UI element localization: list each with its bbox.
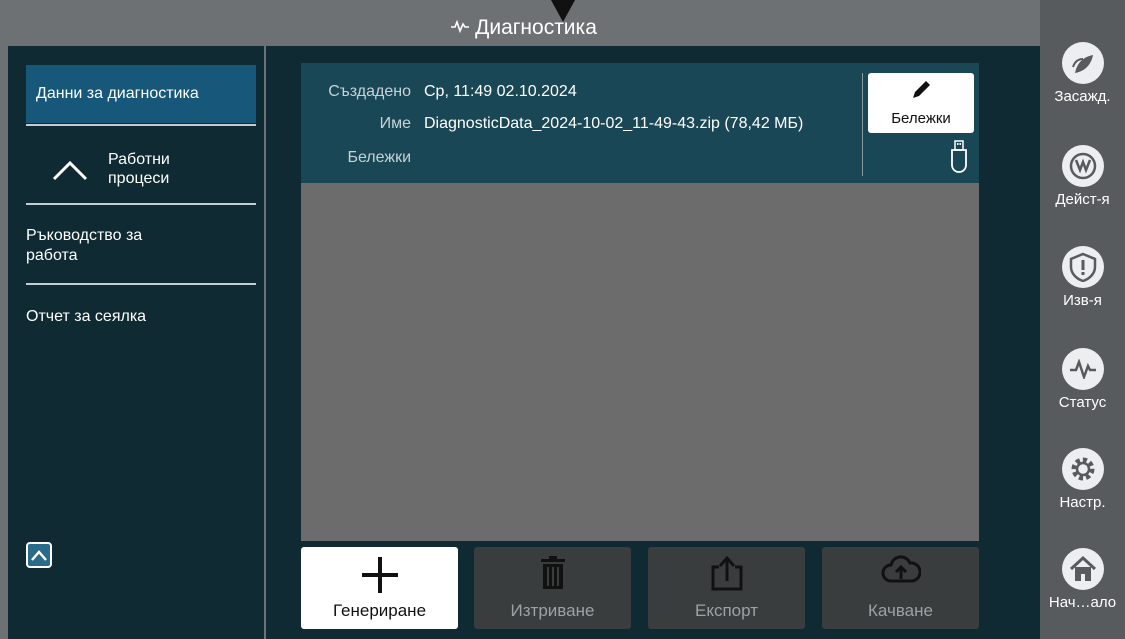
status-pulse-icon [1061, 348, 1104, 390]
divider [26, 283, 256, 285]
export-button-label: Експорт [695, 601, 758, 620]
name-value: DiagnosticData_2024-10-02_11-49-43.zip (… [424, 115, 804, 132]
rail-item-home[interactable]: Нач…ало [1040, 548, 1125, 611]
right-nav-rail: Засажд. Дейст-я Изв-я Статус Настр. Нач…… [1040, 0, 1125, 639]
delete-button-label: Изтриване [510, 601, 595, 620]
created-label: Създадено [328, 83, 411, 100]
usb-drive-icon [949, 139, 969, 178]
upload-button-label: Качване [868, 601, 933, 620]
plus-icon [301, 555, 458, 595]
created-value: Ср, 11:49 02.10.2024 [424, 83, 577, 100]
cloud-upload-icon [822, 555, 979, 585]
name-label: Име [379, 115, 411, 132]
notes-label: Бележки [347, 149, 411, 166]
sidebar-item-label: Ръководство за работа [26, 227, 143, 264]
sidebar-item-diagnostic-data[interactable]: Данни за диагностика [26, 65, 256, 123]
rail-item-status[interactable]: Статус [1040, 348, 1125, 411]
trash-icon [474, 555, 631, 591]
notes-button[interactable]: Бележки [868, 73, 974, 133]
sidebar: Данни за диагностика Работни процеси Рък… [8, 46, 266, 639]
rail-item-label: Дейст-я [1055, 191, 1110, 208]
sidebar-item-label: Отчет за сеялка [26, 308, 147, 325]
alerts-icon [1061, 246, 1104, 288]
rail-item-label: Изв-я [1063, 292, 1102, 309]
settings-gear-icon [1061, 448, 1104, 490]
page-title: Диагностика [475, 16, 597, 39]
rail-item-label: Засажд. [1054, 88, 1111, 105]
rail-item-alerts[interactable]: Изв-я [1040, 246, 1125, 309]
sidebar-item-workflows[interactable]: Работни процеси [26, 134, 256, 204]
diagnostic-info-panel[interactable]: Създадено Ср, 11:49 02.10.2024 Име Diagn… [301, 63, 979, 183]
rail-item-planting[interactable]: Засажд. [1040, 42, 1125, 105]
generate-button[interactable]: Генериране [301, 547, 458, 629]
sidebar-item-manual[interactable]: Ръководство за работа [26, 226, 196, 266]
pencil-icon [909, 78, 933, 110]
divider [26, 203, 256, 205]
notes-button-label: Бележки [891, 110, 951, 127]
rail-item-actions[interactable]: Дейст-я [1040, 145, 1125, 208]
home-icon [1061, 548, 1104, 590]
title-bar: Диагностика [8, 10, 1040, 46]
sidebar-item-label: Данни за диагностика [36, 85, 199, 102]
planting-icon [1061, 42, 1104, 84]
rail-item-label: Настр. [1059, 494, 1106, 511]
divider [26, 124, 256, 126]
export-button[interactable]: Експорт [648, 547, 805, 629]
delete-button[interactable]: Изтриване [474, 547, 631, 629]
sidebar-item-label: Работни процеси [108, 151, 170, 187]
sidebar-item-planter-report[interactable]: Отчет за сеялка [26, 308, 256, 326]
export-icon [648, 555, 805, 591]
pointer-marker [551, 0, 575, 22]
pulse-icon [451, 19, 470, 38]
divider [862, 73, 863, 176]
collapse-up-icon[interactable] [26, 542, 52, 568]
diagnostic-files-list[interactable] [301, 183, 979, 541]
rail-item-label: Статус [1058, 394, 1107, 411]
upload-button[interactable]: Качване [822, 547, 979, 629]
rail-item-label: Нач…ало [1048, 594, 1117, 611]
rail-item-settings[interactable]: Настр. [1040, 448, 1125, 511]
actions-icon [1061, 145, 1104, 187]
chevron-up-icon [50, 149, 90, 189]
generate-button-label: Генериране [332, 601, 427, 620]
